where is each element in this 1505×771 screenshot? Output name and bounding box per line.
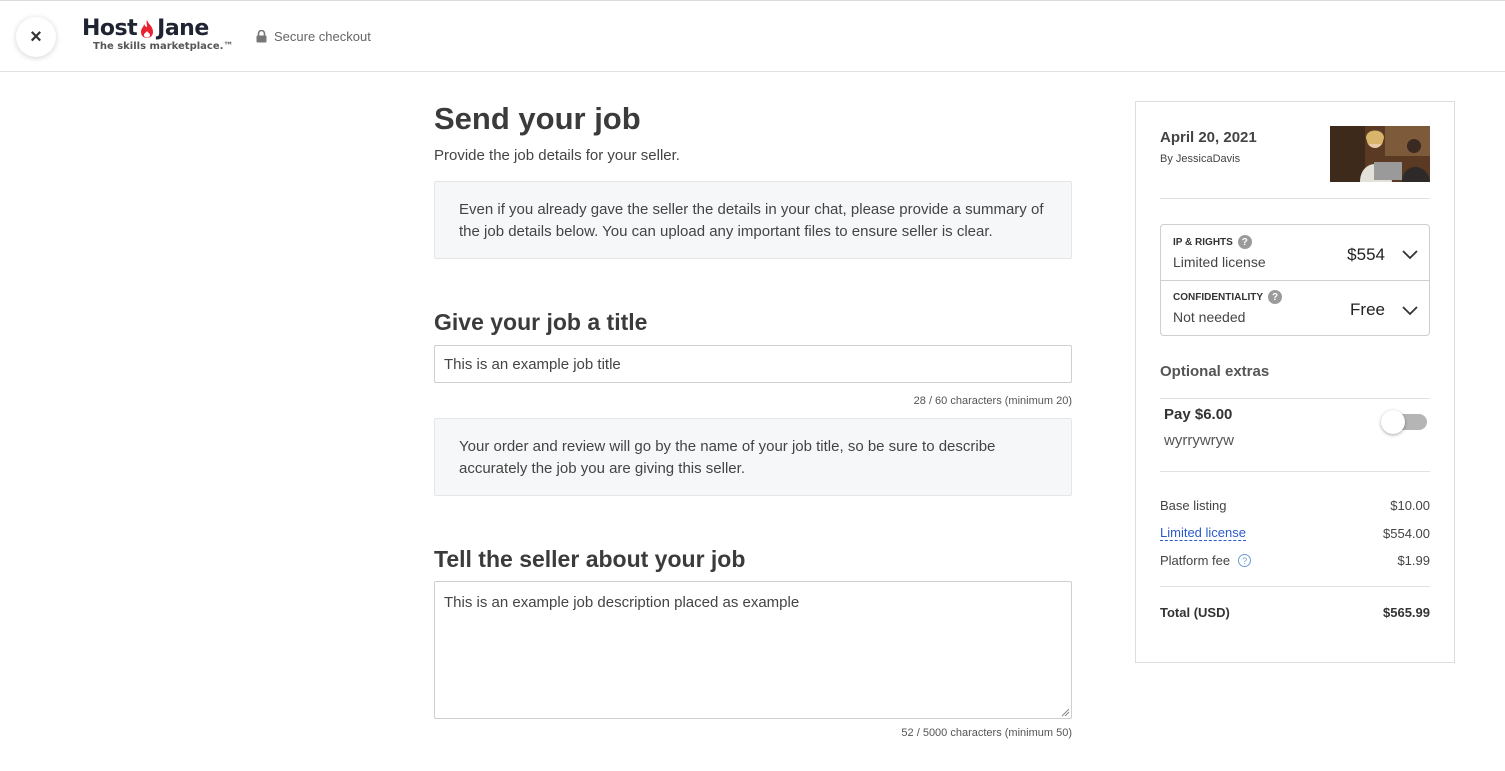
total-label: Total (USD) bbox=[1160, 605, 1230, 620]
title-info-text: Your order and review will go by the nam… bbox=[459, 438, 996, 477]
job-form: Send your job Provide the job details fo… bbox=[434, 100, 1072, 739]
secure-checkout-badge: Secure checkout bbox=[256, 29, 371, 44]
line-item-base-listing: Base listing $10.00 bbox=[1160, 498, 1430, 513]
confidentiality-value: Not needed bbox=[1173, 309, 1246, 325]
page-title: Send your job bbox=[434, 101, 641, 136]
job-description-value: This is an example job description place… bbox=[444, 594, 800, 611]
job-description-textarea[interactable]: This is an example job description place… bbox=[434, 581, 1072, 719]
line-item-label: Platform fee bbox=[1160, 553, 1231, 568]
chevron-down-icon[interactable] bbox=[1402, 250, 1418, 260]
extra-description: wyrrywryw bbox=[1164, 432, 1234, 449]
help-icon[interactable]: ? bbox=[1237, 235, 1252, 249]
line-item-label: Base listing bbox=[1160, 498, 1227, 513]
description-section-heading: Tell the seller about your job bbox=[434, 546, 746, 572]
total-amount: $565.99 bbox=[1383, 605, 1430, 620]
help-icon[interactable]: ? bbox=[1238, 554, 1252, 567]
logo-jane-text: Jane bbox=[157, 16, 209, 41]
intro-info-text: Even if you already gave the seller the … bbox=[459, 201, 1044, 240]
extra-toggle[interactable] bbox=[1381, 410, 1431, 434]
line-item-platform-fee: Platform fee ? $1.99 bbox=[1160, 553, 1430, 568]
close-icon: × bbox=[30, 25, 42, 48]
flame-icon bbox=[141, 20, 154, 38]
description-char-counter: 52 / 5000 characters (minimum 50) bbox=[901, 727, 1072, 739]
total-row: Total (USD) $565.99 bbox=[1160, 605, 1430, 620]
top-header: × Host Jane The skills marketplace.™ Sec… bbox=[0, 0, 1505, 72]
logo-host-text: Host bbox=[82, 16, 138, 41]
license-options: IP & RIGHTS ? Limited license $554 CONFI… bbox=[1160, 224, 1430, 336]
order-summary-panel: April 20, 2021 By JessicaDavis IP & RIGH… bbox=[1135, 101, 1455, 663]
listing-thumbnail bbox=[1330, 126, 1430, 182]
logo-tagline: The skills marketplace.™ bbox=[93, 41, 234, 52]
line-item-amount: $10.00 bbox=[1390, 498, 1430, 513]
intro-info-box: Even if you already gave the seller the … bbox=[434, 181, 1072, 259]
confidentiality-price: Free bbox=[1350, 300, 1385, 319]
line-item-amount: $554.00 bbox=[1383, 525, 1430, 541]
listing-date: April 20, 2021 bbox=[1160, 129, 1257, 146]
confidentiality-label: CONFIDENTIALITY bbox=[1173, 291, 1263, 303]
chevron-down-icon[interactable] bbox=[1402, 306, 1418, 316]
line-item-license: Limited license $554.00 bbox=[1160, 525, 1430, 541]
listing-author: By JessicaDavis bbox=[1160, 153, 1241, 165]
extra-title: Pay $6.00 bbox=[1164, 406, 1233, 423]
lock-icon bbox=[256, 30, 267, 43]
help-icon[interactable]: ? bbox=[1268, 290, 1282, 304]
resize-handle-icon[interactable] bbox=[1061, 708, 1070, 717]
line-item-amount: $1.99 bbox=[1397, 553, 1430, 568]
job-title-value: This is an example job title bbox=[444, 355, 621, 373]
close-button[interactable]: × bbox=[16, 17, 56, 57]
title-info-box: Your order and review will go by the nam… bbox=[434, 418, 1072, 496]
ip-rights-label: IP & RIGHTS bbox=[1173, 236, 1233, 248]
ip-rights-value: Limited license bbox=[1173, 254, 1266, 270]
title-char-counter: 28 / 60 characters (minimum 20) bbox=[913, 395, 1072, 407]
ip-rights-price: $554 bbox=[1347, 245, 1385, 264]
limited-license-link[interactable]: Limited license bbox=[1160, 525, 1246, 541]
ip-rights-option[interactable]: IP & RIGHTS ? Limited license $554 bbox=[1161, 225, 1429, 280]
hostjane-logo[interactable]: Host Jane The skills marketplace.™ bbox=[82, 16, 233, 52]
page-subtitle: Provide the job details for your seller. bbox=[434, 147, 680, 164]
title-section-heading: Give your job a title bbox=[434, 309, 648, 335]
secure-checkout-label: Secure checkout bbox=[274, 29, 371, 44]
confidentiality-option[interactable]: CONFIDENTIALITY ? Not needed Free bbox=[1161, 281, 1429, 336]
optional-extras-heading: Optional extras bbox=[1160, 363, 1270, 380]
job-title-input[interactable]: This is an example job title bbox=[434, 345, 1072, 383]
